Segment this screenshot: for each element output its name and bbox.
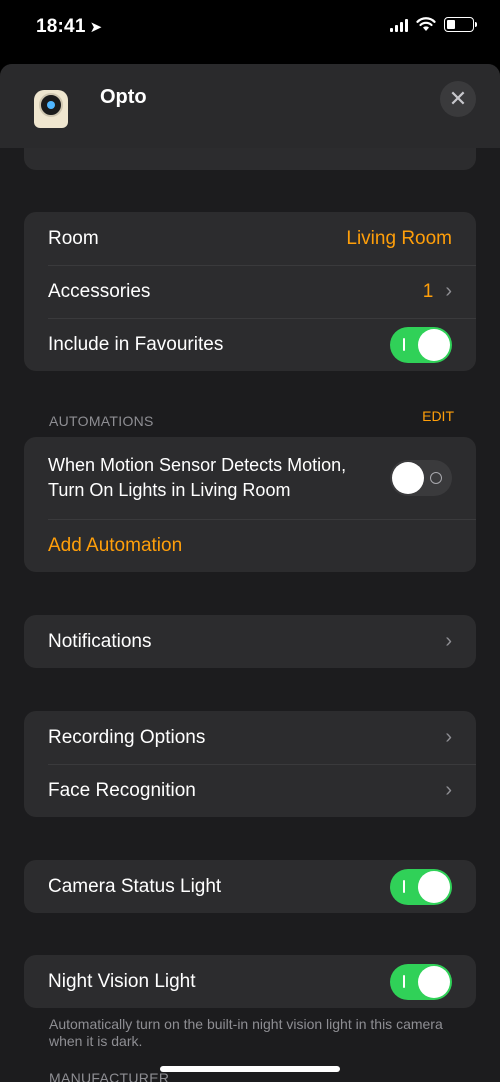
sheet-header: Opto ✕ xyxy=(0,64,500,148)
close-icon: ✕ xyxy=(448,86,468,111)
accessory-settings-sheet: Opto ✕ Room Living Room Accessories 1 › … xyxy=(0,64,500,1082)
accessories-count: 1 xyxy=(422,280,434,302)
camera-status-group: Camera Status Light xyxy=(24,860,476,913)
night-vision-row: Night Vision Light xyxy=(24,955,476,1008)
notifications-label: Notifications xyxy=(48,630,152,652)
face-recognition-label: Face Recognition xyxy=(48,779,196,801)
automation-rule-line2: Turn On Lights in Living Room xyxy=(48,480,291,500)
recording-group: Recording Options › Face Recognition › xyxy=(24,711,476,817)
edit-automations-button[interactable]: EDIT xyxy=(422,408,454,424)
automation-rule-line1: When Motion Sensor Detects Motion, xyxy=(48,455,347,475)
night-vision-group: Night Vision Light xyxy=(24,955,476,1008)
room-row[interactable]: Room Living Room xyxy=(24,212,476,265)
automations-group: When Motion Sensor Detects Motion, Turn … xyxy=(24,437,476,572)
automations-header: AUTOMATIONS xyxy=(49,413,154,429)
add-automation-row[interactable]: Add Automation xyxy=(24,519,476,572)
favourites-toggle[interactable] xyxy=(390,326,452,363)
accessory-title: Opto xyxy=(100,86,147,108)
room-group: Room Living Room Accessories 1 › Include… xyxy=(24,212,476,371)
automation-rule-label: When Motion Sensor Detects Motion, Turn … xyxy=(48,453,390,503)
favourites-label: Include in Favourites xyxy=(48,333,224,355)
manufacturer-header: MANUFACTURER xyxy=(49,1070,170,1082)
location-arrow-icon: ➤ xyxy=(89,19,103,36)
status-time: 18:41 ➤ xyxy=(36,16,102,38)
chevron-right-icon: › xyxy=(445,726,452,748)
room-label: Room xyxy=(48,227,99,249)
home-indicator[interactable] xyxy=(160,1066,340,1072)
wifi-icon xyxy=(416,17,436,31)
face-recognition-row[interactable]: Face Recognition › xyxy=(24,764,476,817)
close-button[interactable]: ✕ xyxy=(440,81,476,117)
chevron-right-icon: › xyxy=(445,779,452,801)
notifications-row[interactable]: Notifications › xyxy=(24,615,476,668)
automation-rule-row: When Motion Sensor Detects Motion, Turn … xyxy=(24,437,476,519)
signal-icon xyxy=(390,18,408,32)
chevron-right-icon: › xyxy=(445,630,452,652)
battery-icon xyxy=(444,17,477,32)
night-vision-footnote: Automatically turn on the built-in night… xyxy=(49,1016,443,1049)
room-value: Living Room xyxy=(346,227,452,249)
recording-options-label: Recording Options xyxy=(48,726,206,748)
camera-status-label: Camera Status Light xyxy=(48,875,222,897)
chevron-right-icon: › xyxy=(445,280,452,302)
automation-toggle[interactable] xyxy=(390,460,452,496)
favourites-row: Include in Favourites xyxy=(24,318,476,371)
recording-options-row[interactable]: Recording Options › xyxy=(24,711,476,764)
night-vision-toggle[interactable] xyxy=(390,963,452,1000)
camera-status-row: Camera Status Light xyxy=(24,860,476,913)
status-bar: 18:41 ➤ xyxy=(0,0,500,60)
notifications-group: Notifications › xyxy=(24,615,476,668)
clock-text: 18:41 xyxy=(36,16,86,37)
camera-device-icon xyxy=(34,90,68,128)
status-icons xyxy=(390,17,477,32)
add-automation-label: Add Automation xyxy=(48,534,183,556)
accessories-row[interactable]: Accessories 1 › xyxy=(24,265,476,318)
accessories-label: Accessories xyxy=(48,280,151,302)
camera-status-toggle[interactable] xyxy=(390,868,452,905)
night-vision-label: Night Vision Light xyxy=(48,970,196,992)
